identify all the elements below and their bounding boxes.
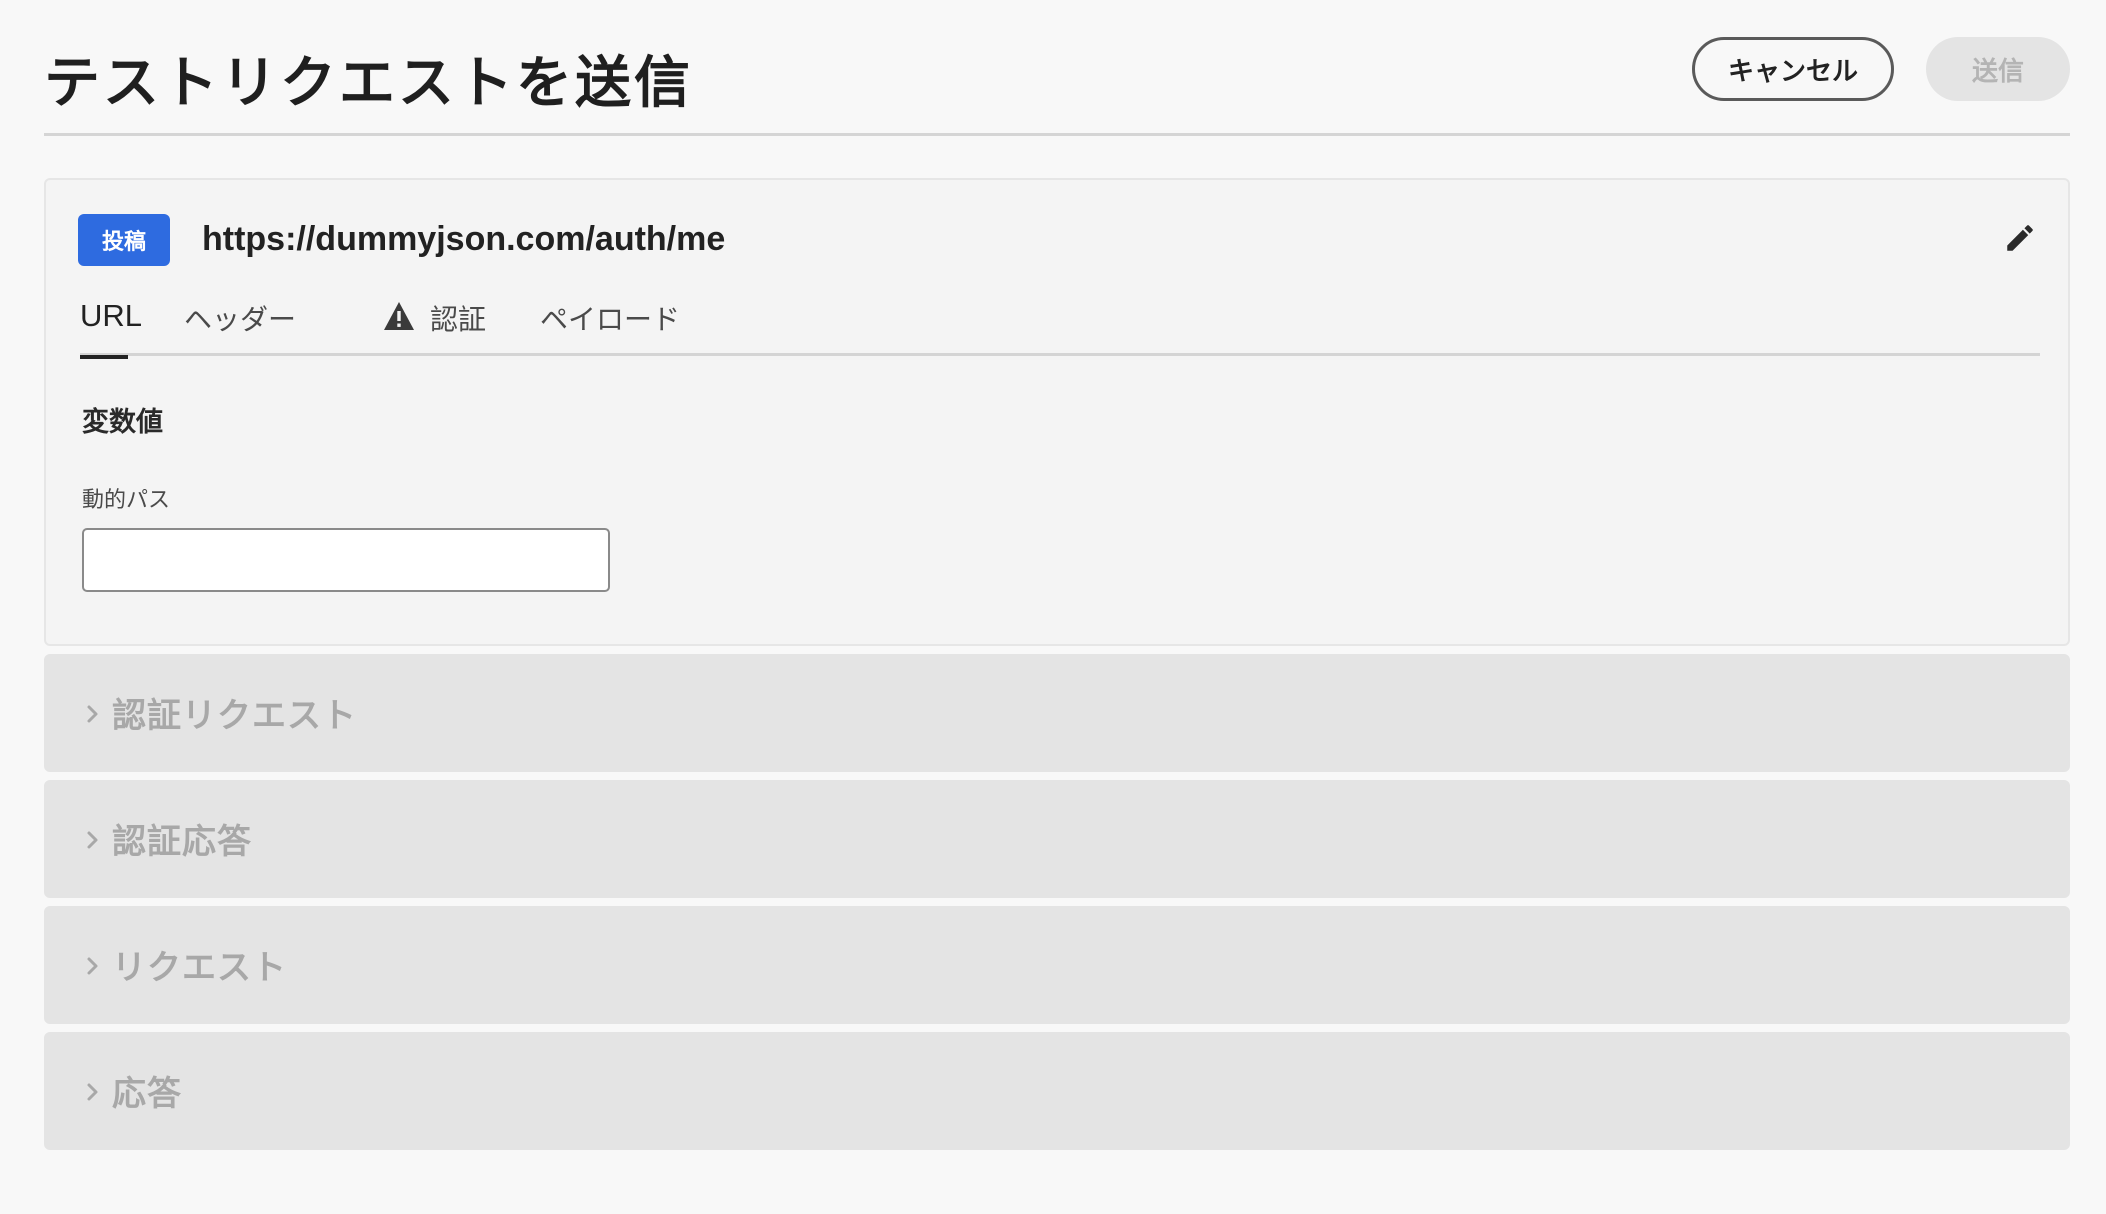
tab-authentication-label: 認証: [430, 303, 487, 336]
tab-url[interactable]: URL: [80, 288, 142, 359]
request-tabs: URL ヘッダー 認証 ペイロード: [80, 288, 2040, 359]
section-title: 変数値: [82, 407, 163, 438]
accordion-label: リクエスト: [112, 948, 287, 988]
send-button[interactable]: 送信: [1926, 37, 2070, 101]
accordion-label: 認証応答: [112, 822, 252, 862]
edit-button[interactable]: [2000, 218, 2040, 258]
chevron-right-icon: [87, 705, 98, 723]
accordion-request[interactable]: リクエスト: [44, 906, 2070, 1024]
pencil-icon: [2007, 225, 2033, 251]
dynamic-path-label: 動的パス: [82, 488, 171, 513]
tab-payload-label: ペイロード: [540, 303, 681, 336]
accordion-label: 応答: [112, 1074, 182, 1114]
chevron-right-icon: [87, 957, 98, 975]
cancel-button[interactable]: キャンセル: [1692, 37, 1894, 101]
tab-payload[interactable]: ペイロード: [540, 288, 680, 356]
tab-authentication[interactable]: 認証: [382, 288, 486, 356]
tab-headers-label: ヘッダー: [184, 303, 297, 336]
request-card: 投稿 https://dummyjson.com/auth/me URL ヘッダ…: [44, 178, 2070, 646]
page-title: テストリクエストを送信: [44, 51, 693, 116]
chevron-right-icon: [87, 1083, 98, 1101]
request-url: https://dummyjson.com/auth/me: [202, 220, 726, 258]
send-test-request-dialog: テストリクエストを送信 キャンセル 送信 投稿 https://dummyjso…: [0, 0, 2106, 1214]
dialog-header: テストリクエストを送信 キャンセル 送信: [44, 30, 2070, 136]
accordion-response[interactable]: 応答: [44, 1032, 2070, 1150]
accordion-label: 認証リクエスト: [112, 696, 357, 736]
method-badge: 投稿: [78, 214, 170, 266]
tab-selected-indicator: [80, 355, 128, 359]
dynamic-path-input[interactable]: [82, 528, 610, 592]
tab-headers[interactable]: ヘッダー: [184, 288, 296, 356]
tab-url-label: URL: [80, 298, 143, 333]
warning-icon: [384, 302, 414, 330]
accordion-auth-request[interactable]: 認証リクエスト: [44, 654, 2070, 772]
chevron-right-icon: [87, 831, 98, 849]
accordion-auth-response[interactable]: 認証応答: [44, 780, 2070, 898]
